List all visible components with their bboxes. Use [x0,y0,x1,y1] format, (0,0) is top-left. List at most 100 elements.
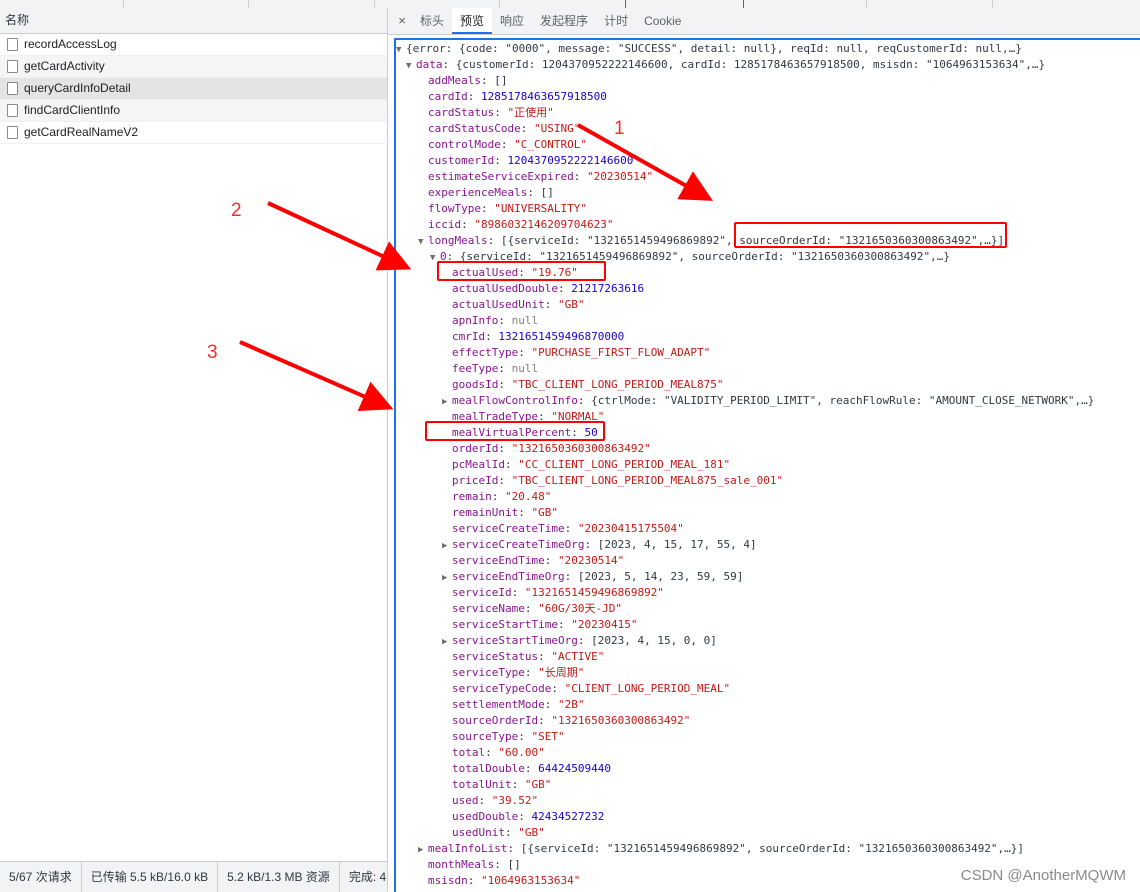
json-tree-line[interactable]: ▶ serviceCreateTimeOrg: [2023, 4, 15, 17,… [396,537,1140,553]
json-key: cardStatus [428,106,495,119]
json-value: {error: {code: "0000", message: "SUCCESS… [406,42,1022,55]
json-value: {customerId: 1204370952222146600, cardId… [455,58,1046,71]
request-row[interactable]: findCardClientInfo [0,100,387,122]
json-key: sourceType [452,730,519,743]
resource-size: 5.2 kB/1.3 MB 资源 [218,862,340,892]
json-key: priceId [452,474,499,487]
json-tree-line: cardId: 1285178463657918500 [428,90,607,103]
request-row[interactable]: getCardRealNameV2 [0,122,387,144]
json-tree-line: actualUsedUnit: "GB" [452,298,585,311]
json-tree-line: monthMeals: [] [428,858,521,871]
json-tree-line[interactable]: ▶ serviceStartTimeOrg: [2023, 4, 15, 0, 0… [396,633,1140,649]
document-icon [7,60,18,73]
request-name: findCardClientInfo [24,103,121,117]
json-tree-line: serviceId: "1321651459496869892" [452,586,664,599]
close-icon[interactable]: × [392,8,412,34]
json-value: "C_CONTROL" [514,138,587,151]
json-tree-line: actualUsed: "19.76" [452,266,578,279]
json-value: [{serviceId: "1321651459496869892", sour… [520,842,1025,855]
json-tree-line: feeType: null [452,362,539,375]
tab-4[interactable]: 计时 [596,8,636,34]
json-value: 1204370952222146600 [507,154,634,167]
collapsed-triangle-icon[interactable]: ▶ [442,538,452,554]
json-key: serviceStartTimeOrg [452,634,578,647]
request-row[interactable]: getCardActivity [0,56,387,78]
json-tree-line[interactable]: ▼ 0: {serviceId: "1321651459496869892", s… [396,249,1140,265]
json-key: serviceTypeCode [452,682,552,695]
json-value: "TBC_CLIENT_LONG_PERIOD_MEAL875_sale_001… [511,474,784,487]
json-tree-line: usedDouble: 42434527232 [452,810,605,823]
collapsed-triangle-icon[interactable]: ▶ [418,842,428,858]
json-value: {ctrlMode: "VALIDITY_PERIOD_LIMIT", reac… [591,394,1095,407]
json-value: "60G/30天-JD" [538,602,622,615]
json-value: "TBC_CLIENT_LONG_PERIOD_MEAL875" [511,378,724,391]
json-tree-line: pcMealId: "CC_CLIENT_LONG_PERIOD_MEAL_18… [452,458,731,471]
json-key: feeType [452,362,499,375]
json-key: 0 [440,250,447,263]
json-key: orderId [452,442,499,455]
json-value: 1285178463657918500 [481,90,607,103]
json-value: "39.52" [491,794,539,807]
expanded-triangle-icon[interactable]: ▼ [396,42,406,58]
json-key: serviceEndTimeOrg [452,570,565,583]
expanded-triangle-icon[interactable]: ▼ [418,234,428,250]
expanded-triangle-icon[interactable]: ▼ [430,250,440,266]
json-value: [] [507,858,521,871]
json-value: "20230415" [571,618,638,631]
json-tree-line: estimateServiceExpired: "20230514" [428,170,654,183]
json-key: cmrId [452,330,486,343]
json-tree-line[interactable]: ▶ mealFlowControlInfo: {ctrlMode: "VALIDI… [396,393,1140,409]
json-key: flowType [428,202,481,215]
json-tree-line: msisdn: "1064963153634" [428,874,581,887]
name-column-header[interactable]: 名称 [0,8,387,34]
json-tree-line: customerId: 1204370952222146600 [428,154,634,167]
json-tree-line: totalUnit: "GB" [452,778,552,791]
request-name: getCardActivity [24,59,105,73]
json-value: "长周期" [538,666,585,679]
tab-0[interactable]: 标头 [412,8,452,34]
json-value: "CC_CLIENT_LONG_PERIOD_MEAL_181" [518,458,731,471]
json-preview[interactable]: ▼ {error: {code: "0000", message: "SUCCES… [394,38,1140,892]
expanded-triangle-icon[interactable]: ▼ [406,58,416,74]
tab-2[interactable]: 响应 [492,8,532,34]
json-value: "20230514" [586,170,654,183]
json-tree-line[interactable]: ▶ serviceEndTimeOrg: [2023, 5, 14, 23, 59… [396,569,1140,585]
request-row[interactable]: queryCardInfoDetail [0,78,387,100]
json-key: totalDouble [452,762,525,775]
collapsed-triangle-icon[interactable]: ▶ [442,570,452,586]
json-value: "CLIENT_LONG_PERIOD_MEAL" [564,682,731,695]
json-key: usedDouble [452,810,519,823]
json-tree-line[interactable]: ▶ mealInfoList: [{serviceId: "13216514594… [396,841,1140,857]
json-tree-line: experienceMeals: [] [428,186,554,199]
tab-1[interactable]: 预览 [452,8,493,34]
document-icon [7,104,18,117]
json-value: "PURCHASE_FIRST_FLOW_ADAPT" [531,346,711,359]
json-key: sourceOrderId [452,714,539,727]
json-tree-line: cmrId: 1321651459496870000 [452,330,625,343]
request-list-pane: 名称 recordAccessLog getCardActivity queryCa… [0,8,388,892]
request-row[interactable]: recordAccessLog [0,34,387,56]
json-value: {serviceId: "1321651459496869892", sourc… [459,250,950,263]
json-value: "USING" [533,122,581,135]
tab-5[interactable]: Cookie [636,8,689,34]
json-key: controlMode [428,138,501,151]
json-tree-line: mealVirtualPercent: 50 [452,426,598,439]
json-value: "1064963153634" [481,874,581,887]
json-tree-line: totalDouble: 64424509440 [452,762,611,775]
request-name: getCardRealNameV2 [24,125,139,139]
document-icon [7,126,18,139]
collapsed-triangle-icon[interactable]: ▶ [442,394,452,410]
document-icon [7,38,18,51]
json-key: addMeals [428,74,481,87]
json-tree-line[interactable]: ▼ data: {customerId: 1204370952222146600,… [396,57,1140,73]
json-tree-line: serviceTypeCode: "CLIENT_LONG_PERIOD_MEA… [452,682,731,695]
tab-3[interactable]: 发起程序 [532,8,596,34]
details-tabbar: × 标头 预览 响应 发起程序 计时 Cookie [388,8,1140,35]
json-tree-line: serviceType: "长周期" [452,666,585,679]
json-tree-line[interactable]: ▼ longMeals: [{serviceId: "13216514594968… [396,233,1140,249]
request-list: recordAccessLog getCardActivity queryCardI… [0,34,387,144]
collapsed-triangle-icon[interactable]: ▶ [442,634,452,650]
json-tree-line: actualUsedDouble: 21217263616 [452,282,645,295]
json-tree-line[interactable]: ▼ {error: {code: "0000", message: "SUCCES… [396,41,1140,57]
json-tree-line: cardStatus: "正使用" [428,106,554,119]
